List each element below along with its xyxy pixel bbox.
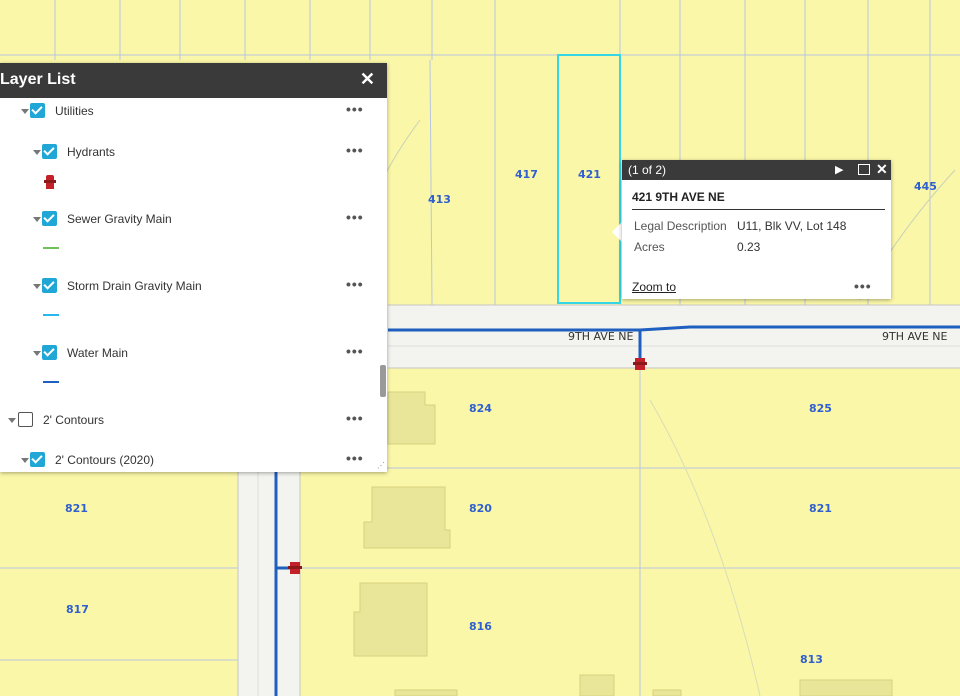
zoom-to-link[interactable]: Zoom to: [632, 280, 676, 294]
parcel-label: 413: [428, 193, 451, 206]
parcel-label: 417: [515, 168, 538, 181]
caret-down-icon[interactable]: [8, 418, 16, 423]
layer-label: Storm Drain Gravity Main: [67, 279, 202, 293]
street-label: 9TH AVE NE: [568, 330, 634, 343]
layer-row-utilities[interactable]: Utilities •••: [0, 101, 387, 123]
popup-header: (1 of 2) ▶ ✕: [622, 160, 891, 180]
more-options-icon[interactable]: •••: [346, 209, 364, 225]
field-key: Legal Description: [634, 219, 727, 233]
layer-row-2ft-contours[interactable]: 2' Contours •••: [0, 410, 387, 432]
parcel-label: 820: [469, 502, 492, 515]
close-icon[interactable]: ✕: [876, 161, 888, 178]
layer-label: 2' Contours (2020): [55, 453, 155, 467]
parcel-label: 825: [809, 402, 832, 415]
layer-row-hydrants[interactable]: Hydrants •••: [0, 142, 387, 164]
hydrant-icon: [44, 175, 56, 189]
layer-label: 2' Contours: [43, 413, 104, 427]
divider: [632, 209, 885, 210]
caret-down-icon[interactable]: [33, 150, 41, 155]
more-options-icon[interactable]: •••: [854, 278, 872, 294]
more-options-icon[interactable]: •••: [346, 410, 364, 426]
road-9th-ave: [388, 305, 960, 368]
hydrant-icon[interactable]: [288, 562, 302, 574]
layer-label: Hydrants: [67, 145, 116, 159]
layer-label: Sewer Gravity Main: [67, 212, 172, 226]
storm-legend-line: [43, 314, 59, 316]
layer-checkbox[interactable]: [42, 211, 57, 226]
layer-checkbox[interactable]: [42, 345, 57, 360]
field-key: Acres: [634, 240, 665, 254]
parcel-label: 445: [914, 180, 937, 193]
layer-checkbox[interactable]: [42, 144, 57, 159]
layer-checkbox[interactable]: [30, 103, 45, 118]
close-icon[interactable]: ✕: [360, 69, 375, 90]
layer-row-sewer-gravity-main[interactable]: Sewer Gravity Main •••: [0, 209, 387, 231]
play-icon[interactable]: ▶: [835, 163, 843, 176]
caret-down-icon[interactable]: [21, 458, 29, 463]
water-legend-line: [43, 381, 59, 383]
layer-list-title: Layer List: [0, 71, 76, 88]
layer-list-header: Layer List ✕: [0, 63, 387, 98]
resize-handle-icon[interactable]: ⋰: [377, 461, 385, 470]
hydrant-icon[interactable]: [633, 358, 647, 370]
popup-title: 421 9TH AVE NE: [632, 190, 725, 204]
caret-down-icon[interactable]: [21, 109, 29, 114]
street-label: 9TH AVE NE: [882, 330, 948, 343]
field-value: U11, Blk VV, Lot 148: [737, 219, 847, 233]
layer-row-storm-drain-gravity-main[interactable]: Storm Drain Gravity Main •••: [0, 276, 387, 298]
popup-feature-count: (1 of 2): [628, 163, 667, 177]
parcel-label: 816: [469, 620, 492, 633]
more-options-icon[interactable]: •••: [346, 276, 364, 292]
layer-checkbox[interactable]: [30, 452, 45, 467]
caret-down-icon[interactable]: [33, 217, 41, 222]
layer-label: Utilities: [55, 104, 94, 118]
popup-pointer: [612, 222, 622, 242]
layer-label: Water Main: [67, 346, 128, 360]
field-value: 0.23: [737, 240, 761, 254]
more-options-icon[interactable]: •••: [346, 101, 364, 117]
more-options-icon[interactable]: •••: [346, 142, 364, 158]
parcel-label: 821: [65, 502, 88, 515]
more-options-icon[interactable]: •••: [346, 343, 364, 359]
layer-row-water-main[interactable]: Water Main •••: [0, 343, 387, 365]
feature-popup: (1 of 2) ▶ ✕ 421 9TH AVE NE Legal Descri…: [622, 160, 891, 299]
parcel-label: 817: [66, 603, 89, 616]
maximize-icon[interactable]: [858, 164, 870, 175]
parcel-label: 821: [809, 502, 832, 515]
layer-checkbox[interactable]: [18, 412, 33, 427]
parcel-label: 824: [469, 402, 492, 415]
parcel-label: 421: [578, 168, 601, 181]
parcel-label: 813: [800, 653, 823, 666]
more-options-icon[interactable]: •••: [346, 450, 364, 466]
scrollbar[interactable]: [380, 365, 386, 397]
caret-down-icon[interactable]: [33, 284, 41, 289]
layer-list-panel: Layer List ✕ Utilities ••• Hydrants ••• …: [0, 63, 387, 472]
layer-checkbox[interactable]: [42, 278, 57, 293]
sewer-legend-line: [43, 247, 59, 249]
layer-row-2ft-contours-2020[interactable]: 2' Contours (2020) •••: [0, 450, 387, 472]
caret-down-icon[interactable]: [33, 351, 41, 356]
